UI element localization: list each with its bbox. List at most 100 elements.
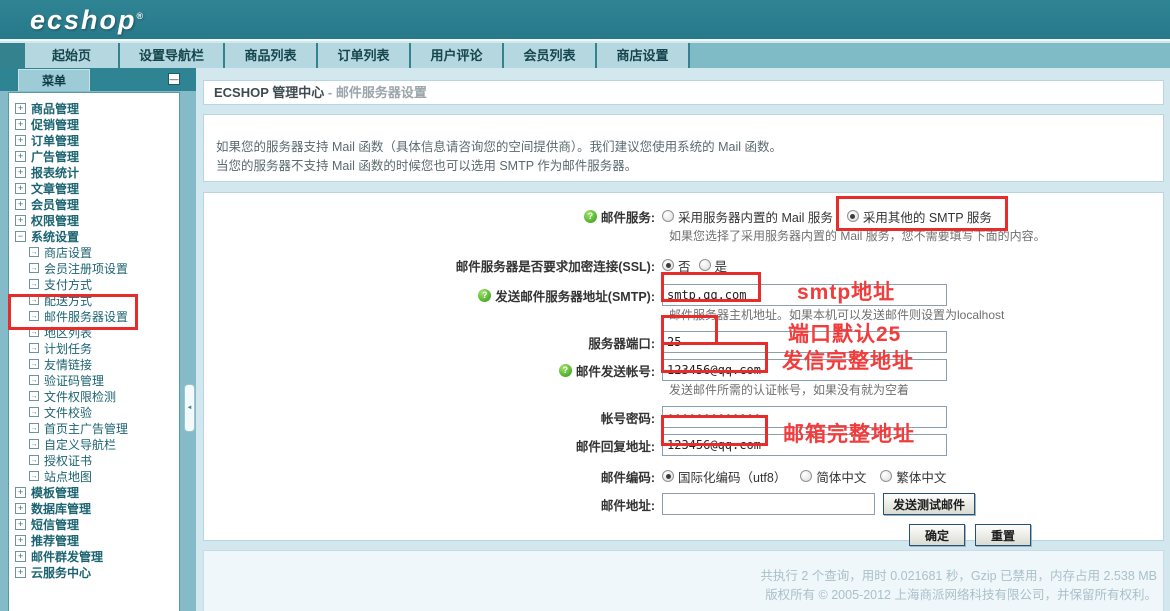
radio-big5[interactable]: 繁体中文	[880, 467, 946, 486]
radio-icon[interactable]	[662, 259, 674, 271]
help-icon[interactable]: ?	[559, 364, 572, 377]
sidebar-item-members[interactable]: +会员管理	[15, 196, 175, 212]
sub-arrow-icon: →	[29, 327, 39, 337]
registered-mark: ®	[137, 11, 144, 21]
password-label: 帐号密码:	[204, 408, 662, 427]
help-icon[interactable]: ?	[478, 289, 491, 302]
sidebar-menu-tab[interactable]: 菜单	[18, 69, 90, 91]
tab-goods-list[interactable]: 商品列表	[225, 43, 318, 68]
confirm-button[interactable]: 确定	[909, 524, 965, 546]
encoding-label: 邮件编码:	[204, 467, 662, 486]
sidebar-sub-captcha[interactable]: →验证码管理	[29, 372, 175, 388]
sidebar-item-label: 友情链接	[44, 356, 92, 373]
expand-icon[interactable]: +	[15, 135, 26, 146]
expand-icon[interactable]: +	[15, 167, 26, 178]
row-smtp-host: ? 发送邮件服务器地址(SMTP):	[204, 284, 1163, 306]
sidebar-sub-member-reg[interactable]: →会员注册项设置	[29, 260, 175, 276]
sidebar-sub-custom-nav[interactable]: →自定义导航栏	[29, 436, 175, 452]
test-mail-input[interactable]	[662, 493, 875, 515]
radio-icon[interactable]	[800, 470, 812, 482]
expand-icon[interactable]: +	[15, 103, 26, 114]
intro-line2: 当您的服务器不支持 Mail 函数的时候您也可以选用 SMTP 作为邮件服务器。	[216, 157, 1163, 176]
radio-utf8[interactable]: 国际化编码（utf8）	[662, 467, 786, 486]
sidebar-sub-home-ads[interactable]: →首页主广告管理	[29, 420, 175, 436]
sidebar-item-articles[interactable]: +文章管理	[15, 180, 175, 196]
expand-icon[interactable]: +	[15, 215, 26, 226]
tab-order-list[interactable]: 订单列表	[318, 43, 411, 68]
expand-icon[interactable]: +	[15, 183, 26, 194]
expand-icon[interactable]: +	[15, 199, 26, 210]
expand-icon[interactable]: +	[15, 119, 26, 130]
reset-button[interactable]: 重置	[975, 524, 1031, 546]
tab-nav-settings[interactable]: 设置导航栏	[120, 43, 225, 68]
send-test-mail-button[interactable]: 发送测试邮件	[883, 493, 975, 515]
sidebar-item-label: 支付方式	[44, 276, 92, 293]
sidebar-sub-file-perms[interactable]: →文件权限检测	[29, 388, 175, 404]
sidebar-item-permissions[interactable]: +权限管理	[15, 212, 175, 228]
tab-home[interactable]: 起始页	[25, 43, 120, 68]
sidebar-item-goods[interactable]: +商品管理	[15, 100, 175, 116]
radio-ssl-no[interactable]: 否	[662, 256, 691, 275]
tab-member-list[interactable]: 会员列表	[504, 43, 597, 68]
sidebar-item-sms[interactable]: +短信管理	[15, 516, 175, 532]
account-label-wrap: ? 邮件发送帐号:	[204, 361, 662, 380]
sidebar-minimize-icon[interactable]: —	[168, 73, 180, 85]
sidebar-sub-mail-server[interactable]: →邮件服务器设置	[29, 308, 175, 324]
sidebar-sub-license[interactable]: →授权证书	[29, 452, 175, 468]
account-input[interactable]	[662, 359, 947, 381]
sidebar-item-database[interactable]: +数据库管理	[15, 500, 175, 516]
expand-icon[interactable]: +	[15, 519, 26, 530]
sidebar-splitter-handle[interactable]: ◄	[184, 384, 195, 432]
sidebar-sub-links[interactable]: →友情链接	[29, 356, 175, 372]
port-input[interactable]	[662, 331, 947, 353]
sidebar-sub-shipping[interactable]: →配送方式	[29, 292, 175, 308]
sidebar-sub-cron[interactable]: →计划任务	[29, 340, 175, 356]
sidebar-sub-shop-settings[interactable]: →商店设置	[29, 244, 175, 260]
password-input[interactable]	[662, 406, 947, 428]
expand-icon[interactable]: +	[15, 503, 26, 514]
sidebar-item-label: 推荐管理	[31, 532, 79, 549]
row-mail-service: ? 邮件服务: 采用服务器内置的 Mail 服务 采用其他的 SMTP 服务	[204, 205, 1163, 227]
sidebar-item-recommend[interactable]: + 推荐管理	[15, 532, 175, 548]
sidebar-item-templates[interactable]: +模板管理	[15, 484, 175, 500]
radio-icon[interactable]	[662, 210, 674, 222]
expand-icon[interactable]: +	[15, 535, 26, 546]
help-icon[interactable]: ?	[584, 210, 597, 223]
reply-input[interactable]	[662, 434, 947, 456]
radio-icon[interactable]	[847, 210, 859, 222]
sidebar-sub-sitemap[interactable]: →站点地图	[29, 468, 175, 484]
sidebar-item-mass-mail[interactable]: +邮件群发管理	[15, 548, 175, 564]
sidebar-item-promotion[interactable]: +促销管理	[15, 116, 175, 132]
sub-arrow-icon: →	[29, 423, 39, 433]
radio-icon[interactable]	[880, 470, 892, 482]
expand-icon[interactable]: +	[15, 151, 26, 162]
sidebar-sub-payment[interactable]: →支付方式	[29, 276, 175, 292]
sidebar-sub-regions[interactable]: → 地区列表	[29, 324, 175, 340]
radio-icon[interactable]	[699, 259, 711, 271]
expand-icon[interactable]: +	[15, 551, 26, 562]
collapse-icon[interactable]: −	[15, 231, 26, 242]
sidebar-item-reports[interactable]: + 报表统计	[15, 164, 175, 180]
sidebar-item-system-settings[interactable]: −系统设置	[15, 228, 175, 244]
radio-builtin-mail[interactable]: 采用服务器内置的 Mail 服务	[662, 207, 833, 226]
row-submit: 确定 重置	[204, 524, 1163, 546]
radio-icon[interactable]	[662, 470, 674, 482]
expand-icon[interactable]: +	[15, 487, 26, 498]
smtp-host-label: 发送邮件服务器地址(SMTP):	[495, 286, 655, 305]
radio-label: 国际化编码（utf8）	[678, 467, 786, 486]
sidebar-sub-file-check[interactable]: →文件校验	[29, 404, 175, 420]
mail-settings-form: ? 邮件服务: 采用服务器内置的 Mail 服务 采用其他的 SMTP 服务 如…	[203, 192, 1164, 541]
radio-ssl-yes[interactable]: 是	[699, 256, 728, 275]
sidebar-item-orders[interactable]: +订单管理	[15, 132, 175, 148]
radio-gb[interactable]: 简体中文	[800, 467, 866, 486]
tab-user-comments[interactable]: 用户评论	[411, 43, 504, 68]
sidebar-item-ads[interactable]: +广告管理	[15, 148, 175, 164]
expand-icon[interactable]: +	[15, 567, 26, 578]
smtp-host-input[interactable]	[662, 284, 947, 306]
sidebar-item-label: 报表统计	[31, 164, 79, 181]
radio-other-smtp[interactable]: 采用其他的 SMTP 服务	[847, 207, 992, 226]
sidebar-item-cloud[interactable]: +云服务中心	[15, 564, 175, 580]
logo-text: ecshop	[30, 5, 137, 35]
tab-shop-settings[interactable]: 商店设置	[597, 43, 690, 68]
sidebar-item-label: 地区列表	[44, 324, 92, 341]
